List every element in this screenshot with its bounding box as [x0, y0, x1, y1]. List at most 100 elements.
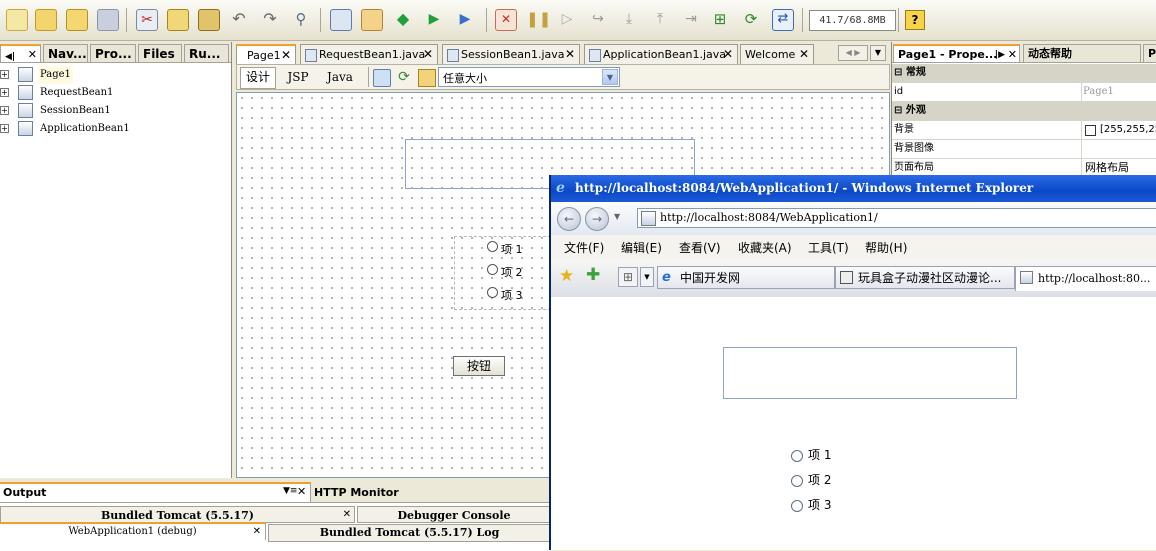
memory-indicator[interactable]: 41.7/68.8MB: [809, 10, 896, 31]
page-size-select[interactable]: 任意大小 ▼: [438, 67, 620, 87]
menu-view[interactable]: 查看(V): [679, 239, 721, 256]
tree-item-applicationbean1[interactable]: + ApplicationBean1: [0, 120, 200, 138]
tab-palette[interactable]: P: [1143, 44, 1156, 62]
tab-projects[interactable]: Pro...: [90, 44, 136, 62]
new-project-icon[interactable]: [35, 9, 57, 31]
close-icon[interactable]: ✕: [28, 46, 37, 64]
color-swatch[interactable]: [1085, 125, 1096, 136]
snap-grid-icon[interactable]: [418, 69, 436, 87]
minimize-icon[interactable]: ▼≡: [283, 486, 297, 496]
copy-icon[interactable]: [167, 9, 189, 31]
attach-debugger-icon[interactable]: ▶: [455, 9, 475, 29]
tab-debugger-console[interactable]: Debugger Console: [357, 506, 551, 523]
open-folder-icon[interactable]: [66, 9, 88, 31]
step-into-icon[interactable]: ⤓: [619, 9, 639, 29]
help-icon[interactable]: ?: [905, 10, 925, 30]
pin-icon[interactable]: ◀|: [5, 52, 15, 62]
tab-sessionbean1[interactable]: SessionBean1.java ✕: [442, 44, 580, 64]
run-icon[interactable]: ◆: [393, 9, 413, 29]
refresh-icon[interactable]: ⟳: [396, 69, 412, 85]
forward-icon[interactable]: →: [585, 207, 609, 231]
category-appearance[interactable]: ⊟ 外观: [892, 102, 1156, 121]
radio-button[interactable]: [791, 500, 803, 512]
build-icon[interactable]: [330, 9, 352, 31]
close-icon[interactable]: ✕: [297, 485, 306, 498]
chevron-down-icon[interactable]: ▼: [602, 69, 618, 85]
tab-webapplication1-debug[interactable]: WebApplication1 (debug) ✕: [0, 522, 266, 540]
expand-icon[interactable]: +: [0, 70, 9, 79]
redo-icon[interactable]: ↷: [260, 9, 280, 29]
menu-help[interactable]: 帮助(H): [865, 239, 907, 256]
tab-runtime[interactable]: Ru...: [184, 44, 229, 62]
close-icon[interactable]: ✕: [799, 45, 809, 64]
radio-button[interactable]: [487, 241, 498, 252]
back-icon[interactable]: ←: [557, 207, 581, 231]
property-background-image[interactable]: 背景图像: [892, 140, 1156, 159]
chevron-down-icon[interactable]: ▼: [614, 212, 620, 221]
sync-icon[interactable]: ⇄: [772, 9, 794, 31]
close-icon[interactable]: ✕: [343, 506, 351, 523]
menu-edit[interactable]: 编辑(E): [621, 239, 662, 256]
expand-icon[interactable]: +: [0, 88, 9, 97]
cut-icon[interactable]: ✂: [136, 9, 158, 31]
category-general[interactable]: ⊟ 常规: [892, 64, 1156, 83]
run-to-cursor-icon[interactable]: ⇥: [681, 9, 701, 29]
refresh-icon[interactable]: ⟳: [741, 9, 761, 29]
preview-icon[interactable]: [373, 69, 391, 87]
stop-icon[interactable]: ✕: [495, 9, 517, 31]
tab-properties[interactable]: Page1 - Prope... |▶ ✕: [893, 44, 1020, 62]
close-icon[interactable]: ✕: [1008, 46, 1017, 64]
scroll-tabs-icon[interactable]: ◀ ▶: [838, 45, 868, 61]
radio-button[interactable]: [791, 475, 803, 487]
paste-icon[interactable]: [198, 9, 220, 31]
radio-button[interactable]: [487, 264, 498, 275]
tab-files[interactable]: Files: [138, 44, 182, 62]
step-out-icon[interactable]: ⤒: [650, 9, 670, 29]
tab-output[interactable]: Output ▼≡ ✕: [0, 482, 311, 502]
projects-tab[interactable]: ◀| ✕: [0, 44, 41, 62]
tab-tomcat-log[interactable]: Bundled Tomcat (5.5.17) Log: [268, 524, 551, 542]
property-id[interactable]: id Page1: [892, 83, 1156, 102]
favorites-star-icon[interactable]: ★: [559, 266, 574, 286]
ie-tab-toybox[interactable]: 玩具盒子动漫社区动漫论...: [835, 266, 1015, 289]
tab-applicationbean1[interactable]: ApplicationBean1.java ✕: [584, 44, 738, 64]
menu-tools[interactable]: 工具(T): [808, 239, 849, 256]
close-icon[interactable]: ✕: [253, 524, 261, 540]
tree-item-page1[interactable]: + Page1: [0, 66, 200, 84]
close-icon[interactable]: ✕: [281, 46, 291, 65]
tree-icon[interactable]: ⊞: [710, 9, 730, 29]
add-favorite-icon[interactable]: ✚: [586, 265, 600, 285]
close-icon[interactable]: ✕: [423, 45, 433, 64]
expand-icon[interactable]: +: [0, 106, 9, 115]
url-input[interactable]: http://localhost:8084/WebApplication1/: [637, 208, 1156, 228]
tree-item-sessionbean1[interactable]: + SessionBean1: [0, 102, 200, 120]
view-java-tab[interactable]: Java: [323, 68, 357, 88]
view-jsp-tab[interactable]: JSP: [283, 68, 313, 88]
close-icon[interactable]: ✕: [723, 45, 733, 64]
debug-icon[interactable]: ▶: [424, 9, 444, 29]
undo-icon[interactable]: ↶: [229, 9, 249, 29]
property-background[interactable]: 背景 [255,255,25: [892, 121, 1156, 140]
ie-title-bar[interactable]: e http://localhost:8084/WebApplication1/…: [551, 175, 1156, 202]
radio-button[interactable]: [487, 287, 498, 298]
save-all-icon[interactable]: [97, 9, 119, 31]
view-design-tab[interactable]: 设计: [240, 67, 276, 89]
radio-button[interactable]: [791, 450, 803, 462]
button-component[interactable]: 按钮: [453, 356, 505, 376]
tab-page1[interactable]: Page1 ✕: [236, 44, 296, 64]
step-over-icon[interactable]: ↪: [588, 9, 608, 29]
ie-tab-chinadev[interactable]: e 中国开发网: [657, 266, 835, 289]
tab-welcome[interactable]: Welcome ✕: [740, 44, 814, 64]
radio-group-component[interactable]: 项 1 项 2 项 3: [454, 236, 556, 310]
menu-favorites[interactable]: 收藏夹(A): [738, 239, 792, 256]
quick-tabs-icon[interactable]: ⊞: [618, 267, 638, 287]
ie-tab-localhost[interactable]: http://localhost:80...: [1015, 266, 1156, 291]
tab-list-icon[interactable]: ▼: [640, 267, 654, 287]
text-field[interactable]: [723, 347, 1017, 399]
tab-requestbean1[interactable]: RequestBean1.java ✕: [300, 44, 438, 64]
new-file-icon[interactable]: [6, 9, 28, 31]
menu-file[interactable]: 文件(F): [564, 239, 604, 256]
pause-icon[interactable]: ❚❚: [526, 9, 551, 29]
find-icon[interactable]: ⚲: [291, 9, 311, 29]
close-icon[interactable]: ✕: [565, 45, 575, 64]
